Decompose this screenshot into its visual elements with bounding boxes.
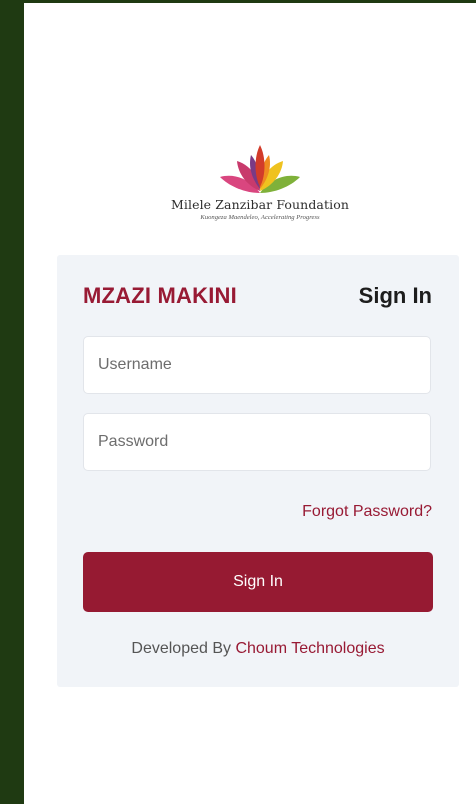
app-brand-title: MZAZI MAKINI: [83, 283, 237, 308]
login-card: MZAZI MAKINI Sign In Forgot Password? Si…: [57, 255, 459, 687]
lotus-logo-icon: [220, 145, 300, 193]
window-frame-top: [0, 0, 476, 3]
sign-in-heading: Sign In: [358, 283, 432, 308]
organization-name: Milele Zanzibar Foundation: [170, 197, 349, 212]
organization-tagline: Kuongeza Maendeleo, Accelerating Progres…: [200, 214, 320, 221]
sign-in-button[interactable]: Sign In: [83, 552, 433, 612]
foundation-logo: Milele Zanzibar Foundation Kuongeza Maen…: [150, 143, 370, 221]
forgot-password-link[interactable]: Forgot Password?: [302, 503, 432, 521]
password-input[interactable]: [83, 413, 431, 471]
developer-credit: Developed By Choum Technologies: [57, 640, 459, 658]
window-frame-left: [0, 0, 24, 804]
username-input[interactable]: [83, 336, 431, 394]
developer-company-name: Choum Technologies: [235, 640, 385, 657]
developer-credit-prefix: Developed By: [131, 640, 236, 657]
